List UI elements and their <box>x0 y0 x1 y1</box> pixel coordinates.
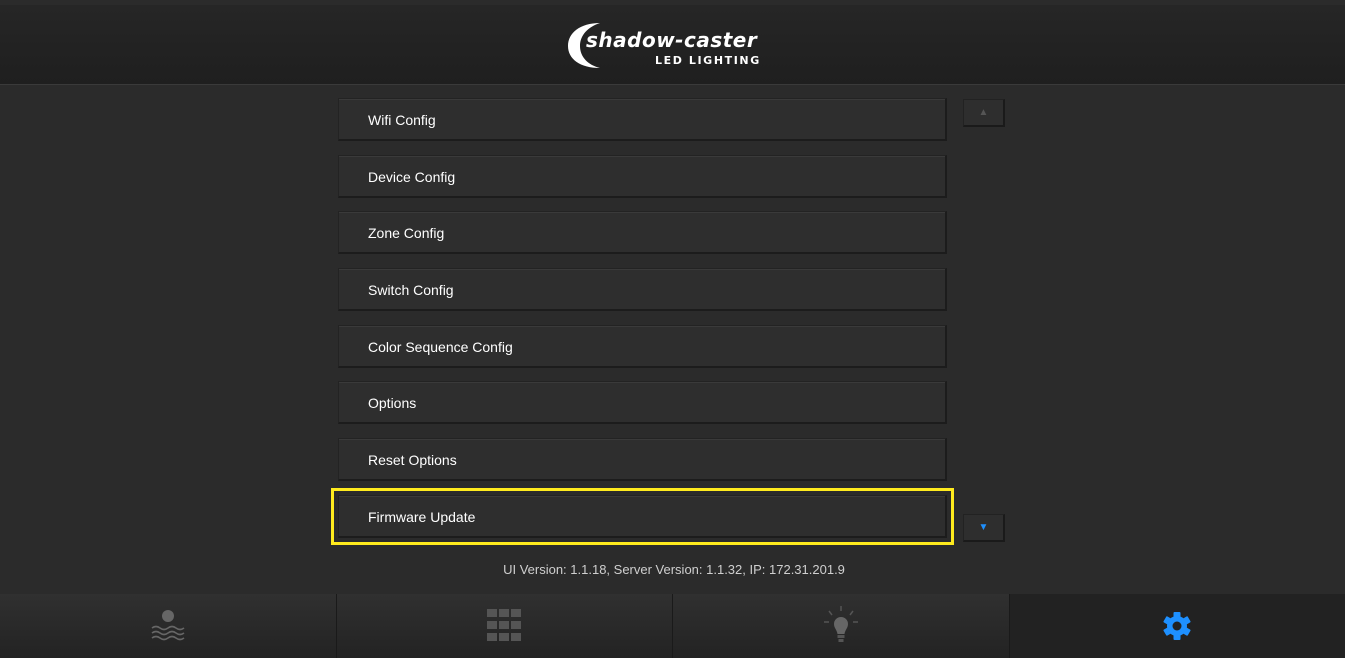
header-bar: shadow-caster LED LIGHTING <box>0 5 1345 85</box>
tab-lights[interactable] <box>673 594 1010 658</box>
menu-item-color-sequence-config[interactable]: Color Sequence Config <box>338 324 947 368</box>
app-window: shadow-caster LED LIGHTING Wifi Config D… <box>0 0 1345 658</box>
bottom-nav <box>0 594 1345 658</box>
gear-icon <box>1163 612 1191 640</box>
grid-icon <box>487 609 522 641</box>
triangle-down-icon: ▼ <box>978 522 989 533</box>
menu-item-reset-options[interactable]: Reset Options <box>338 438 947 482</box>
settings-menu: Wifi Config Device Config Zone Config Sw… <box>331 98 954 552</box>
tab-pool[interactable] <box>0 594 337 658</box>
logo-brand-text: shadow-caster <box>586 28 758 52</box>
shadow-caster-logo: shadow-caster LED LIGHTING <box>566 19 796 71</box>
menu-item-wifi-config[interactable]: Wifi Config <box>338 98 947 141</box>
tab-settings[interactable] <box>1009 594 1345 658</box>
scroll-down-button[interactable]: ▼ <box>963 514 1005 542</box>
sun-over-water-icon <box>151 610 185 641</box>
menu-item-switch-config[interactable]: Switch Config <box>338 268 947 312</box>
scroll-up-button[interactable]: ▲ <box>963 99 1005 127</box>
menu-item-options[interactable]: Options <box>338 381 947 425</box>
logo-subtitle: LED LIGHTING <box>655 54 761 67</box>
light-bulb-icon <box>823 606 858 642</box>
menu-item-device-config[interactable]: Device Config <box>338 154 947 198</box>
menu-item-firmware-update[interactable]: Firmware Update <box>331 487 954 545</box>
tab-grid[interactable] <box>336 594 673 658</box>
menu-item-zone-config[interactable]: Zone Config <box>338 211 947 255</box>
version-info: UI Version: 1.1.18, Server Version: 1.1.… <box>503 562 845 577</box>
triangle-up-icon: ▲ <box>978 107 989 118</box>
